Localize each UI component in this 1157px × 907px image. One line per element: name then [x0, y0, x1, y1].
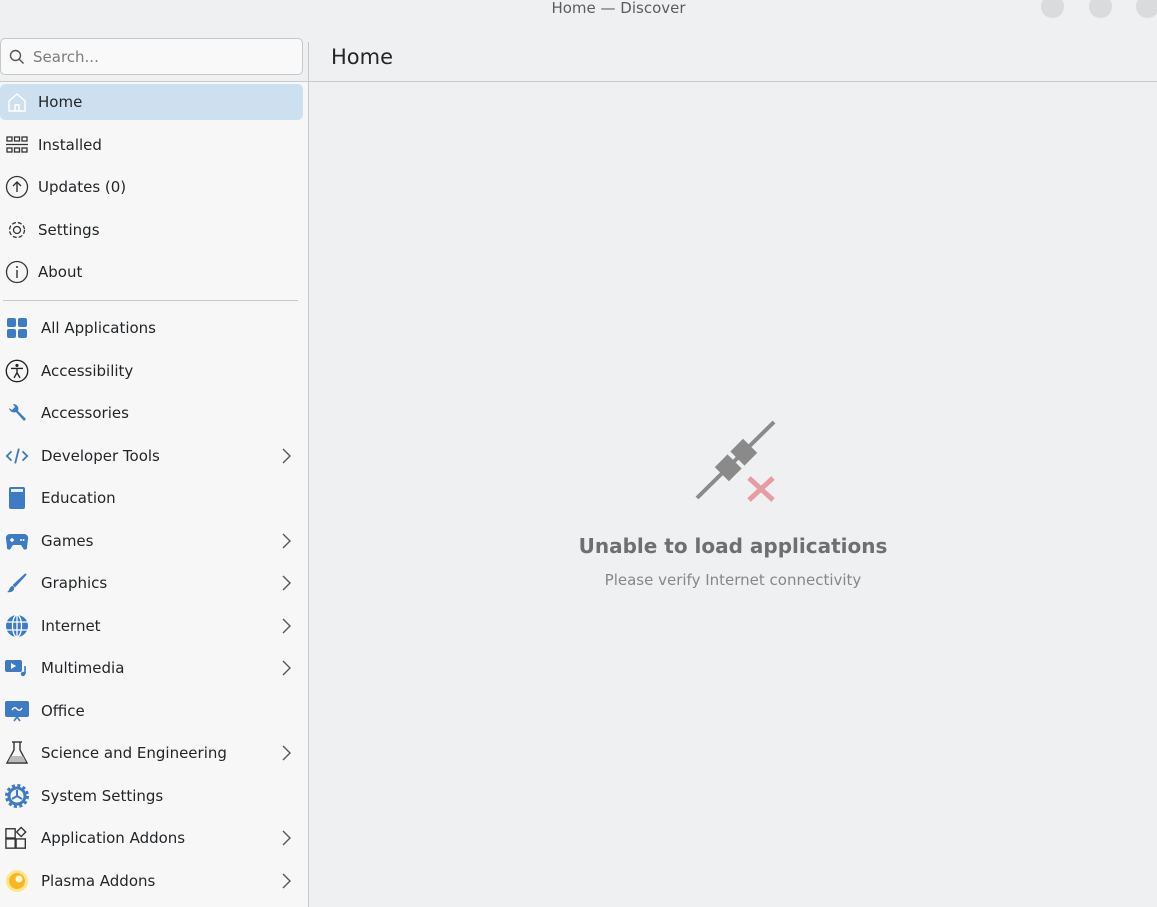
error-title: Unable to load applications: [578, 534, 888, 558]
accessibility-icon: [5, 359, 29, 383]
chevron-right-icon: [282, 618, 291, 633]
chevron-right-icon: [282, 533, 291, 548]
category-label: System Settings: [41, 786, 164, 805]
category-application-addons[interactable]: Application Addons: [0, 820, 303, 856]
sidebar-item-label: Settings: [38, 220, 100, 239]
wrench-icon: [5, 401, 29, 425]
category-plasma-addons[interactable]: Plasma Addons: [0, 863, 303, 899]
category-label: Accessibility: [41, 361, 134, 380]
sidebar-item-home[interactable]: Home: [0, 84, 303, 120]
category-education[interactable]: Education: [0, 480, 303, 516]
chevron-right-icon: [282, 745, 291, 761]
multimedia-icon: [5, 656, 29, 680]
brush-icon: [5, 571, 29, 595]
network-disconnected-icon: [695, 420, 776, 502]
category-label: Plasma Addons: [41, 871, 156, 890]
globe-icon: [5, 613, 29, 638]
page-title: Home: [331, 45, 394, 69]
search-icon: [9, 49, 25, 64]
update-arrow-icon: [5, 175, 29, 199]
category-label: Developer Tools: [41, 446, 160, 465]
header-divider: [0, 81, 1157, 82]
category-games[interactable]: Games: [0, 523, 303, 559]
category-multimedia[interactable]: Multimedia: [0, 650, 303, 686]
category-developer-tools[interactable]: Developer Tools: [0, 438, 303, 474]
title-bar: Home — Discover: [0, 0, 1157, 20]
code-icon: [5, 444, 29, 468]
category-label: Graphics: [41, 574, 108, 592]
chevron-right-icon: [282, 660, 291, 676]
close-button[interactable]: [1136, 0, 1157, 18]
chevron-right-icon: [282, 873, 291, 888]
book-icon: [5, 486, 29, 510]
sidebar-item-settings[interactable]: Settings: [0, 212, 303, 248]
sidebar-item-about[interactable]: About: [0, 254, 303, 290]
gear-icon: [5, 218, 29, 242]
presentation-icon: [5, 699, 29, 723]
category-label: Application Addons: [41, 829, 186, 847]
window-title: Home — Discover: [551, 0, 686, 17]
home-icon: [5, 90, 29, 114]
info-icon: [5, 260, 29, 284]
sidebar-divider: [308, 42, 309, 907]
category-all-applications[interactable]: All Applications: [0, 310, 303, 346]
chevron-right-icon: [282, 575, 291, 591]
sidebar-item-label: Updates (0): [38, 178, 127, 196]
category-internet[interactable]: Internet: [0, 608, 303, 644]
error-subtitle: Please verify Internet connectivity: [604, 571, 862, 589]
sidebar-item-label: About: [38, 263, 83, 281]
nav-divider: [3, 300, 298, 301]
chevron-right-icon: [282, 830, 291, 846]
all-apps-icon: [5, 316, 29, 340]
category-label: Office: [41, 701, 85, 720]
chevron-right-icon: [282, 448, 291, 463]
sidebar-item-updates-0[interactable]: Updates (0): [0, 169, 303, 205]
category-accessibility[interactable]: Accessibility: [0, 353, 303, 389]
category-accessories[interactable]: Accessories: [0, 395, 303, 431]
category-label: Education: [41, 489, 116, 507]
category-science-and-engineering[interactable]: Science and Engineering: [0, 735, 303, 771]
installed-grid-icon: [5, 133, 29, 157]
category-label: Accessories: [41, 404, 129, 422]
sidebar-item-label: Home: [38, 93, 83, 111]
category-label: Internet: [41, 616, 101, 635]
flask-icon: [5, 741, 29, 765]
plasma-icon: [5, 869, 29, 893]
category-graphics[interactable]: Graphics: [0, 565, 303, 601]
sidebar-item-label: Installed: [38, 135, 102, 154]
gamepad-icon: [5, 529, 29, 553]
search-input[interactable]: [33, 47, 283, 66]
category-label: All Applications: [41, 319, 156, 337]
category-label: Games: [41, 531, 94, 550]
system-gear-icon: [5, 783, 29, 808]
search-field[interactable]: [0, 38, 303, 75]
addons-icon: [5, 826, 29, 850]
category-label: Science and Engineering: [41, 744, 227, 762]
category-system-settings[interactable]: System Settings: [0, 778, 303, 814]
sidebar-item-installed[interactable]: Installed: [0, 127, 303, 163]
category-label: Multimedia: [41, 659, 125, 677]
category-office[interactable]: Office: [0, 693, 303, 729]
